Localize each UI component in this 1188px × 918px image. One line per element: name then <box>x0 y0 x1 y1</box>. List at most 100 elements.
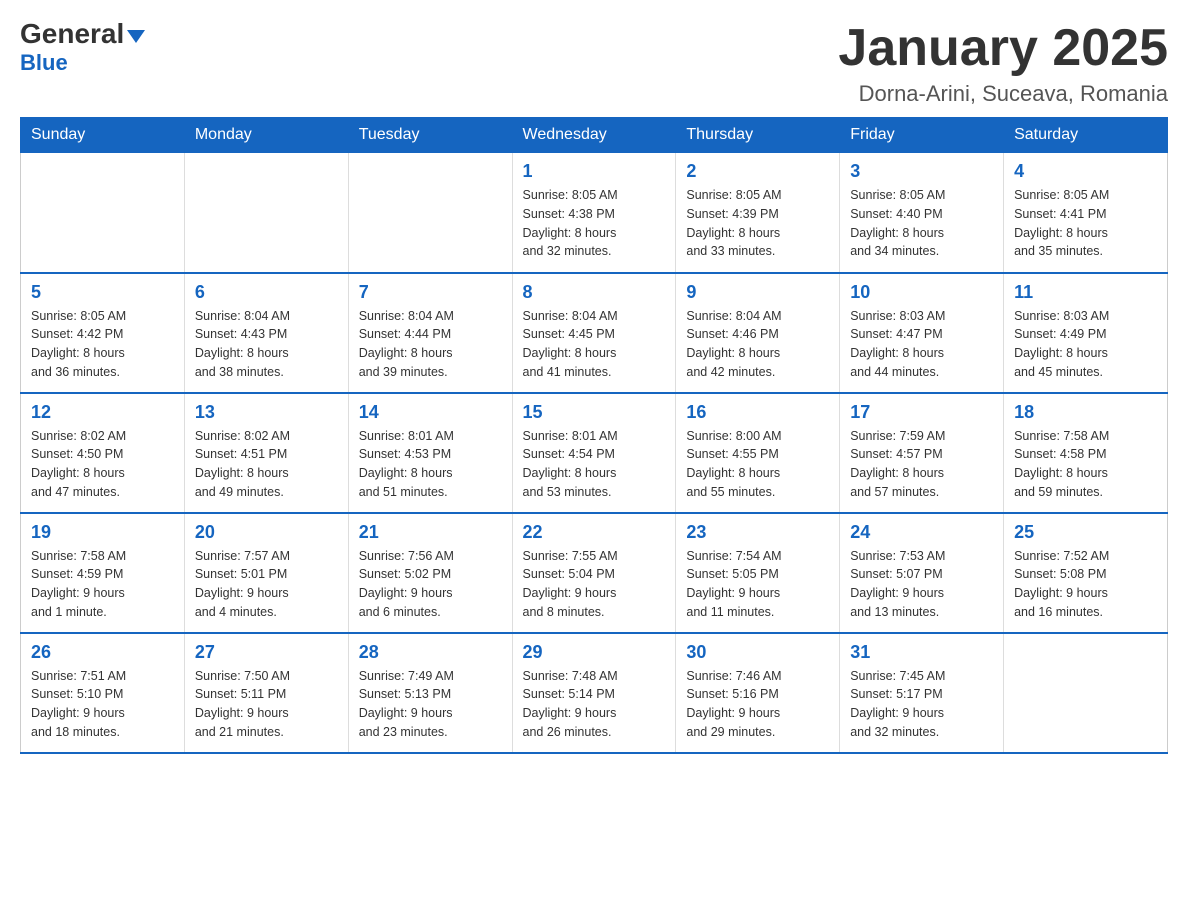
calendar-cell: 16 Sunrise: 8:00 AM Sunset: 4:55 PM Dayli… <box>676 393 840 513</box>
day-info: Sunrise: 8:04 AM Sunset: 4:46 PM Dayligh… <box>686 307 829 382</box>
day-info: Sunrise: 7:50 AM Sunset: 5:11 PM Dayligh… <box>195 667 338 742</box>
day-info: Sunrise: 7:56 AM Sunset: 5:02 PM Dayligh… <box>359 547 502 622</box>
calendar-cell: 17Sunrise: 7:59 AM Sunset: 4:57 PM Dayli… <box>840 393 1004 513</box>
day-number: 31 <box>850 642 993 663</box>
day-info: Sunrise: 7:54 AM Sunset: 5:05 PM Dayligh… <box>686 547 829 622</box>
week-row-2: 5 Sunrise: 8:05 AM Sunset: 4:42 PM Daylig… <box>21 273 1168 393</box>
calendar-cell: 21 Sunrise: 7:56 AM Sunset: 5:02 PM Dayli… <box>348 513 512 633</box>
logo-text-general: General <box>20 20 124 48</box>
calendar-cell: 27 Sunrise: 7:50 AM Sunset: 5:11 PM Dayli… <box>184 633 348 753</box>
day-info: Sunrise: 8:01 AM Sunset: 4:54 PM Dayligh… <box>523 427 666 502</box>
day-info: Sunrise: 8:01 AM Sunset: 4:53 PM Dayligh… <box>359 427 502 502</box>
header-friday: Friday <box>840 118 1004 153</box>
calendar-cell: 1 Sunrise: 8:05 AM Sunset: 4:38 PM Daylig… <box>512 153 676 273</box>
calendar-cell: 14 Sunrise: 8:01 AM Sunset: 4:53 PM Dayli… <box>348 393 512 513</box>
day-number: 11 <box>1014 282 1157 303</box>
day-number: 19 <box>31 522 174 543</box>
calendar-cell: 11 Sunrise: 8:03 AM Sunset: 4:49 PM Dayli… <box>1004 273 1168 393</box>
calendar-cell: 20 Sunrise: 7:57 AM Sunset: 5:01 PM Dayli… <box>184 513 348 633</box>
day-number: 22 <box>523 522 666 543</box>
calendar-cell: 3Sunrise: 8:05 AM Sunset: 4:40 PM Daylig… <box>840 153 1004 273</box>
logo-text-blue: Blue <box>20 50 68 76</box>
calendar-cell: 5 Sunrise: 8:05 AM Sunset: 4:42 PM Daylig… <box>21 273 185 393</box>
calendar-body: 1 Sunrise: 8:05 AM Sunset: 4:38 PM Daylig… <box>21 153 1168 753</box>
calendar-cell: 13 Sunrise: 8:02 AM Sunset: 4:51 PM Dayli… <box>184 393 348 513</box>
calendar-cell: 7 Sunrise: 8:04 AM Sunset: 4:44 PM Daylig… <box>348 273 512 393</box>
day-info: Sunrise: 8:05 AM Sunset: 4:38 PM Dayligh… <box>523 186 666 261</box>
day-number: 28 <box>359 642 502 663</box>
day-info: Sunrise: 7:55 AM Sunset: 5:04 PM Dayligh… <box>523 547 666 622</box>
header-tuesday: Tuesday <box>348 118 512 153</box>
day-number: 10 <box>850 282 993 303</box>
day-number: 16 <box>686 402 829 423</box>
day-number: 8 <box>523 282 666 303</box>
calendar-cell: 30 Sunrise: 7:46 AM Sunset: 5:16 PM Dayli… <box>676 633 840 753</box>
calendar-cell: 10Sunrise: 8:03 AM Sunset: 4:47 PM Dayli… <box>840 273 1004 393</box>
calendar-header: SundayMondayTuesdayWednesdayThursdayFrid… <box>21 118 1168 153</box>
day-number: 1 <box>523 161 666 182</box>
calendar-cell: 6 Sunrise: 8:04 AM Sunset: 4:43 PM Daylig… <box>184 273 348 393</box>
calendar-cell <box>184 153 348 273</box>
day-info: Sunrise: 7:49 AM Sunset: 5:13 PM Dayligh… <box>359 667 502 742</box>
calendar-cell: 23 Sunrise: 7:54 AM Sunset: 5:05 PM Dayli… <box>676 513 840 633</box>
day-info: Sunrise: 7:58 AM Sunset: 4:58 PM Dayligh… <box>1014 427 1157 502</box>
day-number: 20 <box>195 522 338 543</box>
day-number: 18 <box>1014 402 1157 423</box>
day-number: 9 <box>686 282 829 303</box>
header-monday: Monday <box>184 118 348 153</box>
location: Dorna-Arini, Suceava, Romania <box>838 81 1168 107</box>
header-saturday: Saturday <box>1004 118 1168 153</box>
day-number: 27 <box>195 642 338 663</box>
calendar-cell: 31 Sunrise: 7:45 AM Sunset: 5:17 PM Dayli… <box>840 633 1004 753</box>
calendar-cell: 8Sunrise: 8:04 AM Sunset: 4:45 PM Daylig… <box>512 273 676 393</box>
month-title: January 2025 <box>838 20 1168 77</box>
day-number: 7 <box>359 282 502 303</box>
calendar-table: SundayMondayTuesdayWednesdayThursdayFrid… <box>20 117 1168 754</box>
day-info: Sunrise: 7:46 AM Sunset: 5:16 PM Dayligh… <box>686 667 829 742</box>
day-number: 13 <box>195 402 338 423</box>
day-number: 23 <box>686 522 829 543</box>
logo-triangle-icon <box>127 30 145 43</box>
day-number: 15 <box>523 402 666 423</box>
day-number: 12 <box>31 402 174 423</box>
calendar-cell: 15 Sunrise: 8:01 AM Sunset: 4:54 PM Dayli… <box>512 393 676 513</box>
day-info: Sunrise: 8:03 AM Sunset: 4:49 PM Dayligh… <box>1014 307 1157 382</box>
week-row-1: 1 Sunrise: 8:05 AM Sunset: 4:38 PM Daylig… <box>21 153 1168 273</box>
title-block: January 2025 Dorna-Arini, Suceava, Roman… <box>838 20 1168 107</box>
calendar-cell: 9 Sunrise: 8:04 AM Sunset: 4:46 PM Daylig… <box>676 273 840 393</box>
calendar-cell: 28 Sunrise: 7:49 AM Sunset: 5:13 PM Dayli… <box>348 633 512 753</box>
day-number: 5 <box>31 282 174 303</box>
calendar-cell <box>21 153 185 273</box>
day-number: 25 <box>1014 522 1157 543</box>
calendar-cell: 12Sunrise: 8:02 AM Sunset: 4:50 PM Dayli… <box>21 393 185 513</box>
day-number: 2 <box>686 161 829 182</box>
calendar-cell <box>1004 633 1168 753</box>
day-number: 30 <box>686 642 829 663</box>
calendar-cell: 18 Sunrise: 7:58 AM Sunset: 4:58 PM Dayli… <box>1004 393 1168 513</box>
day-number: 6 <box>195 282 338 303</box>
day-number: 21 <box>359 522 502 543</box>
day-info: Sunrise: 7:45 AM Sunset: 5:17 PM Dayligh… <box>850 667 993 742</box>
day-info: Sunrise: 7:48 AM Sunset: 5:14 PM Dayligh… <box>523 667 666 742</box>
logo: General Blue <box>20 20 145 76</box>
day-number: 29 <box>523 642 666 663</box>
calendar-cell: 19Sunrise: 7:58 AM Sunset: 4:59 PM Dayli… <box>21 513 185 633</box>
day-info: Sunrise: 8:05 AM Sunset: 4:42 PM Dayligh… <box>31 307 174 382</box>
day-info: Sunrise: 8:04 AM Sunset: 4:43 PM Dayligh… <box>195 307 338 382</box>
day-number: 14 <box>359 402 502 423</box>
day-info: Sunrise: 7:52 AM Sunset: 5:08 PM Dayligh… <box>1014 547 1157 622</box>
calendar-cell: 4Sunrise: 8:05 AM Sunset: 4:41 PM Daylig… <box>1004 153 1168 273</box>
day-number: 4 <box>1014 161 1157 182</box>
day-info: Sunrise: 8:04 AM Sunset: 4:44 PM Dayligh… <box>359 307 502 382</box>
header-sunday: Sunday <box>21 118 185 153</box>
header-wednesday: Wednesday <box>512 118 676 153</box>
week-row-3: 12Sunrise: 8:02 AM Sunset: 4:50 PM Dayli… <box>21 393 1168 513</box>
week-row-5: 26Sunrise: 7:51 AM Sunset: 5:10 PM Dayli… <box>21 633 1168 753</box>
calendar-cell: 26Sunrise: 7:51 AM Sunset: 5:10 PM Dayli… <box>21 633 185 753</box>
day-info: Sunrise: 8:00 AM Sunset: 4:55 PM Dayligh… <box>686 427 829 502</box>
calendar-cell: 25 Sunrise: 7:52 AM Sunset: 5:08 PM Dayli… <box>1004 513 1168 633</box>
day-info: Sunrise: 8:02 AM Sunset: 4:51 PM Dayligh… <box>195 427 338 502</box>
week-row-4: 19Sunrise: 7:58 AM Sunset: 4:59 PM Dayli… <box>21 513 1168 633</box>
day-info: Sunrise: 7:57 AM Sunset: 5:01 PM Dayligh… <box>195 547 338 622</box>
calendar-cell: 22 Sunrise: 7:55 AM Sunset: 5:04 PM Dayli… <box>512 513 676 633</box>
